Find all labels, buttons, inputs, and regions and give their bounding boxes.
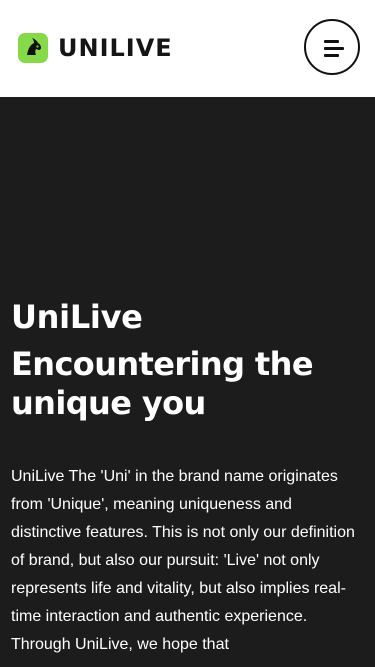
hero-section: UniLive Encountering the unique you UniL… [0,97,375,667]
hamburger-menu-icon [324,40,344,58]
brand-heading: UniLive [11,298,143,336]
unicorn-icon [18,33,48,63]
hero-tagline: Encountering the unique you [11,345,314,422]
menu-line-top [324,40,339,43]
unicorn-icon-graphic [27,38,41,55]
menu-button[interactable] [304,19,360,75]
logo-text: UNILIVE [58,34,173,62]
site-header: UNILIVE [0,0,375,97]
menu-line-middle [324,47,344,50]
menu-line-bottom [324,54,339,57]
logo[interactable]: UNILIVE [18,32,173,64]
brand-description: UniLive⁣ The 'Uni' in the brand name ori… [11,468,355,653]
